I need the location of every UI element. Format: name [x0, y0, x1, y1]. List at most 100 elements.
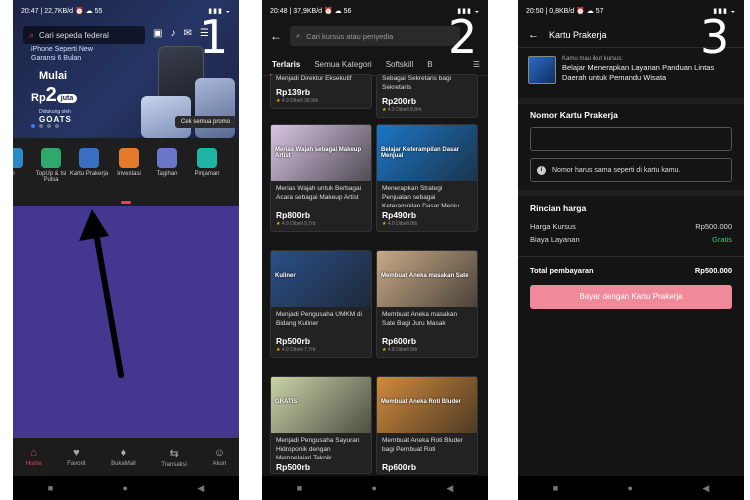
- arrow-up-icon: [79, 209, 124, 378]
- section-divider: [518, 190, 744, 196]
- course-price: Rp200rb: [382, 95, 417, 106]
- card-number-input[interactable]: [530, 127, 732, 151]
- system-nav-bar: ■ ● ◀: [518, 476, 744, 500]
- price-row: Biaya Layanan Gratis: [530, 235, 732, 244]
- course-price: Rp800rb: [276, 210, 311, 220]
- tab-semua-kategori[interactable]: Semua Kategori: [314, 60, 371, 69]
- search-icon: ⌕: [296, 31, 301, 40]
- course-name: Belajar Menerapkan Layanan Panduan Linta…: [562, 63, 715, 83]
- back-arrow-icon[interactable]: ←: [270, 29, 282, 43]
- course-rating: ★ 4.8 Dibeli 8rb: [382, 347, 418, 353]
- course-card[interactable]: Merias Wajah sebagai Makeup Artist Merias…: [270, 124, 372, 232]
- nav-home[interactable]: ⌂ Home: [26, 447, 42, 467]
- back-arrow-icon[interactable]: ←: [528, 29, 539, 41]
- price-row: Harga Kursus Rp500.000: [530, 222, 732, 231]
- chat-icon[interactable]: ✉: [183, 28, 191, 39]
- step-number: 2: [448, 10, 478, 64]
- menu-item-icon: [197, 148, 217, 168]
- course-card[interactable]: Membuat Aneka Roti Bluder Membuat Aneka R…: [376, 376, 478, 474]
- course-image: Merias Wajah sebagai Makeup Artist: [271, 125, 371, 181]
- course-price: Rp500rb: [276, 462, 311, 472]
- search-input[interactable]: ⌕ Cari sepeda federal: [23, 26, 145, 44]
- tab-b[interactable]: B: [427, 60, 432, 69]
- course-title: Membuat Aneka Roti Bluder bagi Pembuat R…: [382, 437, 463, 453]
- course-price: Rp490rb: [382, 210, 417, 220]
- page-title: Kartu Prakerja: [549, 29, 607, 40]
- course-card[interactable]: Belajar Keterampilan Dasar Menjual Menera…: [376, 124, 478, 232]
- nav-transaksi[interactable]: ⇆ Transaksi: [161, 447, 187, 468]
- quick-menu-item[interactable]: Kartu Prakerja: [69, 148, 109, 177]
- nav-bukamall[interactable]: ♦ BukaMall: [111, 447, 136, 467]
- divider: [518, 256, 744, 257]
- pricing-label: Rincian harga: [530, 203, 587, 213]
- step-number: 3: [700, 10, 730, 64]
- course-image: Membuat Aneka masakan Sate: [377, 251, 477, 307]
- home-button-icon[interactable]: ●: [372, 483, 377, 493]
- heart-icon: ♥: [73, 447, 80, 459]
- info-icon: i: [537, 165, 546, 175]
- quick-menu: hTopUp & Isi PulsaKartu PrakerjaInvestas…: [13, 138, 239, 206]
- menu-item-icon: [13, 148, 23, 168]
- quick-menu-item[interactable]: TopUp & Isi Pulsa: [31, 148, 71, 183]
- menu-item-icon: [79, 148, 99, 168]
- course-title: Merias Wajah untuk Berbagai Acara sebaga…: [276, 185, 362, 201]
- tab-terlaris[interactable]: Terlaris: [269, 60, 303, 76]
- course-title: Menjadi Pengusaha UMKM di Bidang Kuliner: [276, 311, 362, 327]
- course-title: Menjadi Direktur Eksekutif: [276, 75, 352, 82]
- course-card[interactable]: Menjadi Direktur Eksekutif Rp139rb ★ 4.9 D…: [270, 74, 372, 109]
- home-button-icon[interactable]: ●: [123, 483, 128, 493]
- quick-menu-item[interactable]: h: [13, 148, 33, 177]
- course-price: Rp600rb: [382, 462, 417, 472]
- recent-apps-icon[interactable]: ■: [48, 483, 53, 493]
- transaction-icon: ⇆: [169, 447, 179, 460]
- card-number-label: Nomor Kartu Prakerja: [530, 110, 618, 120]
- course-rating: ★ 4.9 Dibeli 9,7rb: [276, 221, 316, 227]
- course-rating: ★ 4.8 Dibeli 8rb: [382, 221, 418, 227]
- back-icon[interactable]: ◀: [702, 483, 709, 494]
- quick-menu-item[interactable]: Investasi: [109, 148, 149, 177]
- see-all-promo-button[interactable]: Cek semua promo: [175, 116, 237, 128]
- quick-menu-item[interactable]: Tagihan: [147, 148, 187, 177]
- quick-menu-item[interactable]: Pinjaman: [187, 148, 227, 177]
- recent-apps-icon[interactable]: ■: [297, 483, 302, 493]
- phone-screen-1: 20:47 | 22,7KB/d ⏰ ☁ 55 ▮▮▮ ◒ ⌕ Cari sep…: [13, 0, 239, 500]
- iphone-image: [195, 78, 235, 138]
- course-price: Rp139rb: [276, 86, 311, 97]
- course-image: Kuliner: [271, 251, 371, 307]
- pay-with-prakerja-button[interactable]: Bayar dengan Kartu Prakerja: [530, 285, 732, 309]
- course-thumbnail: [528, 56, 556, 84]
- course-card[interactable]: Membuat Aneka masakan Sate Membuat Aneka …: [376, 250, 478, 358]
- nav-favorit[interactable]: ♥ Favorit: [67, 447, 85, 467]
- system-nav-bar: ■ ● ◀: [13, 476, 239, 500]
- card-number-note: i Nomor harus sama seperti di kartu kamu…: [530, 158, 732, 182]
- section-divider: [518, 98, 744, 104]
- menu-item-icon: [41, 148, 61, 168]
- course-title: Sebagai Sekretaris bagi Sekretaris: [382, 75, 452, 91]
- notification-icon[interactable]: ♪: [170, 28, 175, 39]
- course-card[interactable]: GRATIS Menjadi Pengusaha Sayuran Hidropon…: [270, 376, 372, 474]
- course-title: Menjadi Pengusaha Sayuran Hidroponik den…: [276, 437, 360, 459]
- step-number: 1: [199, 10, 229, 64]
- search-icon: ⌕: [29, 29, 35, 40]
- course-card[interactable]: Kuliner Menjadi Pengusaha UMKM di Bidang …: [270, 250, 372, 358]
- course-rating: ★ 4.9 Dibeli 36,9rb: [276, 97, 319, 104]
- course-card[interactable]: Sebagai Sekretaris bagi Sekretaris Rp200r…: [376, 74, 478, 118]
- scan-icon[interactable]: ▣: [153, 28, 162, 39]
- nav-akun[interactable]: ☺ Akun: [213, 447, 227, 467]
- course-rating: ★ 4.9 Dibeli 7,7rb: [276, 347, 316, 353]
- search-input[interactable]: ⌕ Cari kursus atau penyedia: [290, 26, 460, 46]
- recent-apps-icon[interactable]: ■: [553, 483, 558, 493]
- back-icon[interactable]: ◀: [197, 483, 204, 494]
- course-title: Membuat Aneka masakan Sate Bagi Juru Mas…: [382, 311, 458, 327]
- account-icon: ☺: [213, 447, 225, 459]
- tab-softskill[interactable]: Softskill: [386, 60, 414, 69]
- course-price: Rp500rb: [276, 336, 311, 346]
- course-price: Rp600rb: [382, 336, 417, 346]
- back-icon[interactable]: ◀: [446, 483, 453, 494]
- course-title: Menerapkan Strategi Penjualan sebagai Ke…: [382, 185, 465, 207]
- course-image: GRATIS: [271, 377, 371, 433]
- menu-item-icon: [119, 148, 139, 168]
- home-button-icon[interactable]: ●: [628, 483, 633, 493]
- total-row: Total pembayaran Rp500.000: [530, 266, 732, 275]
- course-image: Belajar Keterampilan Dasar Menjual: [377, 125, 477, 181]
